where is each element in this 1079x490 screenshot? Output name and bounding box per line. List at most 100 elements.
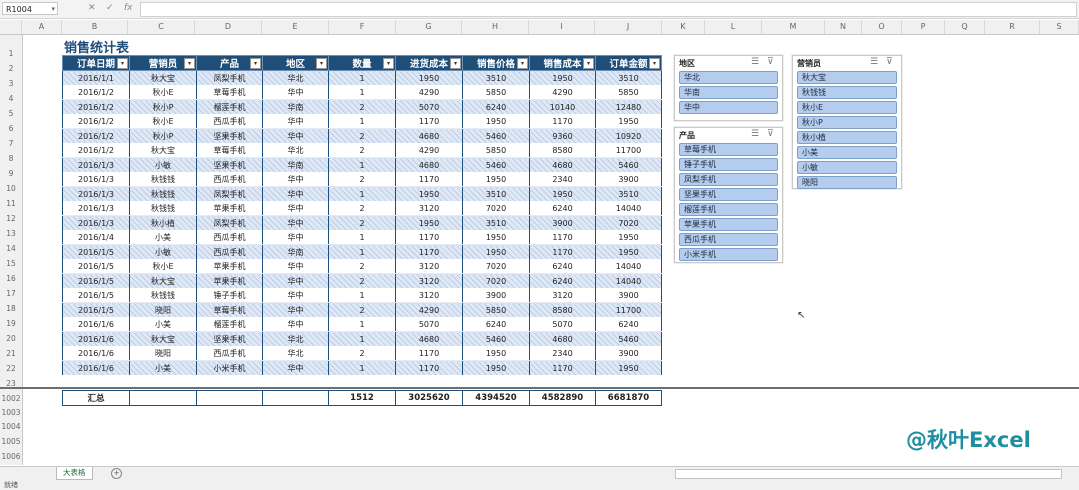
table-header[interactable]: 订单日期 ▾ (62, 55, 130, 71)
table-cell[interactable]: 3120 (395, 288, 463, 303)
table-header[interactable]: 订单金额 ▾ (595, 55, 662, 71)
table-cell[interactable]: 小美 (129, 360, 197, 375)
column-header[interactable]: B (62, 20, 128, 34)
table-cell[interactable]: 草莓手机 (196, 302, 263, 317)
filter-dropdown-icon[interactable]: ▾ (383, 58, 394, 69)
slicer-item[interactable]: 华中 (679, 101, 778, 114)
row-header[interactable]: 22 (0, 362, 22, 376)
column-header[interactable]: H (462, 20, 529, 34)
table-cell[interactable]: 2 (328, 128, 396, 143)
table-cell[interactable]: 8580 (529, 302, 596, 317)
total-price[interactable]: 4394520 (462, 390, 530, 406)
table-cell[interactable]: 7020 (462, 259, 530, 274)
table-cell[interactable]: 2 (328, 99, 396, 114)
table-cell[interactable]: 1950 (529, 70, 596, 85)
table-cell[interactable]: 秋大宝 (129, 273, 197, 288)
table-cell[interactable]: 苹果手机 (196, 273, 263, 288)
table-cell[interactable]: 榴莲手机 (196, 317, 263, 332)
table-cell[interactable]: 1 (328, 360, 396, 375)
row-header[interactable]: 5 (0, 107, 22, 121)
table-cell[interactable]: 4680 (395, 128, 463, 143)
table-cell[interactable]: 6240 (595, 317, 662, 332)
horizontal-scrollbar[interactable] (675, 469, 1062, 479)
column-header[interactable]: P (902, 20, 945, 34)
table-cell[interactable]: 华北 (262, 331, 329, 346)
table-cell[interactable]: 7020 (595, 215, 662, 230)
row-header[interactable]: 1005 (0, 435, 22, 449)
table-cell[interactable]: 1170 (395, 244, 463, 259)
table-cell[interactable]: 12480 (595, 99, 662, 114)
table-cell[interactable]: 6240 (529, 259, 596, 274)
table-cell[interactable]: 2016/1/3 (62, 201, 130, 216)
table-cell[interactable]: 3900 (595, 346, 662, 361)
table-cell[interactable]: 2016/1/1 (62, 70, 130, 85)
table-cell[interactable]: 2016/1/5 (62, 259, 130, 274)
table-cell[interactable]: 秋大宝 (129, 331, 197, 346)
table-cell[interactable]: 榴莲手机 (196, 99, 263, 114)
slicer-item[interactable]: 华南 (679, 86, 778, 99)
name-box[interactable]: R1004 ▾ (2, 2, 58, 15)
table-cell[interactable]: 2016/1/4 (62, 230, 130, 245)
column-header[interactable]: M (762, 20, 825, 34)
table-cell[interactable]: 2 (328, 215, 396, 230)
table-cell[interactable]: 1950 (462, 360, 530, 375)
table-cell[interactable]: 2016/1/2 (62, 114, 130, 129)
slicer-item[interactable]: 榴莲手机 (679, 203, 778, 216)
table-cell[interactable]: 5460 (462, 128, 530, 143)
table-cell[interactable]: 5070 (395, 317, 463, 332)
table-cell[interactable]: 5460 (462, 331, 530, 346)
slicer-item[interactable]: 秋小植 (797, 131, 897, 144)
filter-dropdown-icon[interactable]: ▾ (184, 58, 195, 69)
row-header[interactable]: 9 (0, 167, 22, 181)
column-header[interactable]: N (825, 20, 862, 34)
table-cell[interactable]: 2016/1/5 (62, 288, 130, 303)
table-cell[interactable]: 2016/1/3 (62, 215, 130, 230)
table-cell[interactable]: 苹果手机 (196, 201, 263, 216)
table-cell[interactable]: 华中 (262, 114, 329, 129)
row-header[interactable]: 8 (0, 152, 22, 166)
table-cell[interactable]: 华南 (262, 244, 329, 259)
table-cell[interactable]: 4290 (395, 85, 463, 100)
table-cell[interactable]: 14040 (595, 201, 662, 216)
table-cell[interactable]: 华中 (262, 273, 329, 288)
table-cell[interactable]: 华中 (262, 201, 329, 216)
slicer-region[interactable]: 地区 ☰ ⊽ 华北 华南 华中 (674, 55, 783, 121)
table-cell[interactable]: 1170 (395, 360, 463, 375)
filter-dropdown-icon[interactable]: ▾ (450, 58, 461, 69)
table-header[interactable]: 销售成本 ▾ (529, 55, 596, 71)
column-header[interactable]: G (396, 20, 462, 34)
table-cell[interactable]: 14040 (595, 273, 662, 288)
slicer-item[interactable]: 小敏 (797, 161, 897, 174)
total-sales-cost[interactable]: 4582890 (529, 390, 596, 406)
table-cell[interactable]: 1 (328, 186, 396, 201)
row-header[interactable]: 20 (0, 332, 22, 346)
table-cell[interactable]: 华南 (262, 99, 329, 114)
multi-select-icon[interactable]: ☰ (751, 57, 759, 67)
row-header[interactable]: 3 (0, 77, 22, 91)
slicer-item[interactable]: 小米手机 (679, 248, 778, 261)
row-header[interactable]: 14 (0, 242, 22, 256)
table-cell[interactable]: 西瓜手机 (196, 244, 263, 259)
table-cell[interactable]: 草莓手机 (196, 143, 263, 158)
table-cell[interactable]: 2 (328, 259, 396, 274)
table-cell[interactable]: 苹果手机 (196, 259, 263, 274)
row-header[interactable]: 7 (0, 137, 22, 151)
table-cell[interactable]: 华中 (262, 186, 329, 201)
table-cell[interactable]: 2340 (529, 346, 596, 361)
table-cell[interactable]: 1950 (462, 244, 530, 259)
slicer-product[interactable]: 产品 ☰ ⊽ 草莓手机 锤子手机 凤梨手机 坚果手机 榴莲手机 苹果手机 西瓜手机 小米手机 (674, 127, 783, 263)
row-header[interactable]: 1003 (0, 406, 22, 420)
row-header[interactable]: 19 (0, 317, 22, 331)
table-cell[interactable]: 5460 (462, 157, 530, 172)
table-cell[interactable]: 1 (328, 288, 396, 303)
slicer-item[interactable]: 晓阳 (797, 176, 897, 189)
column-header[interactable]: Q (945, 20, 985, 34)
filter-dropdown-icon[interactable]: ▾ (316, 58, 327, 69)
column-header[interactable]: I (529, 20, 595, 34)
table-cell[interactable]: 华中 (262, 85, 329, 100)
table-cell[interactable]: 2016/1/2 (62, 85, 130, 100)
filter-dropdown-icon[interactable]: ▾ (117, 58, 128, 69)
row-header[interactable]: 1002 (0, 392, 22, 406)
column-header[interactable]: O (862, 20, 902, 34)
slicer-salesperson[interactable]: 营销员 ☰ ⊽ 秋大宝 秋钱钱 秋小E 秋小P 秋小植 小美 小敏 晓阳 (792, 55, 902, 189)
